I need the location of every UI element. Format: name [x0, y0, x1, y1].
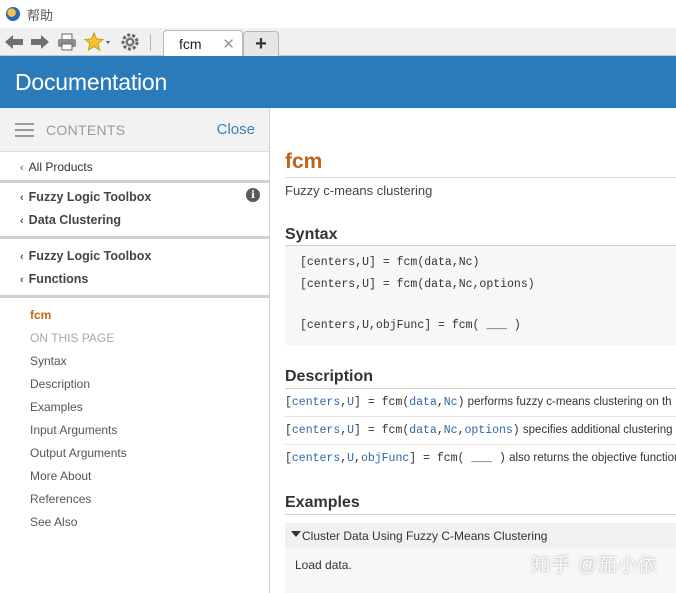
description-line: [centers,U] = fcm(data,Nc) performs fuzz… — [285, 396, 672, 409]
description-line: [centers,U,objFunc] = fcm( ___ ) also re… — [285, 452, 676, 465]
toc-item-references[interactable]: References — [30, 492, 91, 506]
description-row-rule — [285, 416, 676, 417]
documentation-title[interactable]: Documentation — [15, 69, 167, 96]
contents-header: CONTENTS Close — [0, 108, 269, 152]
page-purpose: Fuzzy c-means clustering — [285, 183, 433, 198]
breadcrumb-functions[interactable]: ‹ Functions — [20, 272, 88, 286]
caret-down-icon — [291, 531, 301, 537]
description-line: [centers,U] = fcm(data,Nc,options) speci… — [285, 424, 673, 437]
info-icon[interactable]: i — [246, 188, 260, 202]
code-arg-link[interactable]: options — [464, 424, 512, 437]
toc-item-syntax[interactable]: Syntax — [30, 354, 67, 368]
examples-rule — [285, 514, 676, 515]
example-text: Load data. — [295, 558, 352, 572]
page-title: fcm — [285, 150, 323, 173]
contents-label: CONTENTS — [46, 122, 126, 138]
tab-label: fcm — [179, 35, 202, 52]
tab-fcm[interactable]: fcm ✕ — [163, 30, 243, 56]
toc-item-more-about[interactable]: More About — [30, 469, 91, 483]
description-heading: Description — [285, 368, 374, 385]
reference-page: fcm Fuzzy c-means clustering Syntax [cen… — [271, 108, 676, 593]
code-arg-link[interactable]: centers — [292, 452, 340, 465]
chevron-left-icon: ‹ — [20, 162, 24, 174]
code-arg-link[interactable]: Nc — [444, 424, 458, 437]
documentation-header: Documentation — [0, 56, 676, 108]
toc-current-page[interactable]: fcm — [30, 308, 51, 322]
title-rule — [285, 177, 676, 178]
chevron-left-icon: ‹ — [20, 192, 24, 204]
toc-item-description[interactable]: Description — [30, 377, 90, 391]
description-row-rule — [285, 444, 676, 445]
toolbar-separator — [150, 34, 151, 51]
code-arg-link[interactable]: U — [347, 424, 354, 437]
code-arg-link[interactable]: data — [409, 424, 437, 437]
chevron-left-icon: ‹ — [20, 215, 24, 227]
syntax-line: [centers,U] = fcm(data,Nc) — [300, 256, 480, 269]
code-arg-link[interactable]: U — [347, 452, 354, 465]
code-arg-link[interactable]: centers — [292, 424, 340, 437]
browser-toolbar: fcm ✕ + — [0, 28, 676, 56]
description-rule — [285, 388, 676, 389]
tab-close-icon[interactable]: ✕ — [222, 35, 235, 53]
breadcrumb-all-products[interactable]: ‹ All Products — [20, 160, 93, 174]
code-arg-link[interactable]: U — [347, 396, 354, 409]
back-icon[interactable] — [4, 31, 24, 53]
close-contents-link[interactable]: Close — [217, 121, 255, 138]
sidebar-divider — [0, 236, 269, 239]
window-titlebar: 帮助 — [0, 0, 676, 28]
breadcrumb-fuzzy-logic-toolbox[interactable]: ‹ Fuzzy Logic Toolbox — [20, 190, 151, 204]
toc-item-output-arguments[interactable]: Output Arguments — [30, 446, 127, 460]
toc-item-input-arguments[interactable]: Input Arguments — [30, 423, 117, 437]
help-app-icon — [6, 7, 20, 21]
breadcrumb-data-clustering[interactable]: ‹ Data Clustering — [20, 213, 121, 227]
breadcrumb-fuzzy-logic-toolbox-2[interactable]: ‹ Fuzzy Logic Toolbox — [20, 249, 151, 263]
zhihu-watermark: 知乎 @茄小依 — [531, 555, 658, 576]
favorites-star-icon[interactable] — [84, 31, 114, 53]
contents-sidebar: CONTENTS Close ‹ All Products ‹ Fuzzy Logi… — [0, 108, 270, 593]
toc-on-this-page-label: ON THIS PAGE — [30, 331, 115, 345]
forward-icon[interactable] — [30, 31, 50, 53]
sidebar-divider — [0, 180, 269, 183]
code-arg-link[interactable]: data — [409, 396, 437, 409]
toc-item-see-also[interactable]: See Also — [30, 515, 77, 529]
syntax-line: [centers,U,objFunc] = fcm( ___ ) — [300, 319, 521, 332]
window-title: 帮助 — [27, 7, 54, 23]
sidebar-divider — [0, 295, 269, 298]
example-title[interactable]: Cluster Data Using Fuzzy C-Means Cluster… — [302, 529, 547, 543]
hamburger-menu-icon[interactable] — [15, 123, 34, 137]
toc-item-examples[interactable]: Examples — [30, 400, 83, 414]
syntax-line: [centers,U] = fcm(data,Nc,options) — [300, 278, 535, 291]
print-icon[interactable] — [56, 31, 78, 53]
chevron-left-icon: ‹ — [20, 251, 24, 263]
syntax-heading: Syntax — [285, 226, 338, 243]
examples-heading: Examples — [285, 494, 360, 511]
new-tab-button[interactable]: + — [243, 31, 279, 56]
settings-gear-icon[interactable] — [120, 31, 140, 53]
code-arg-link[interactable]: Nc — [444, 396, 458, 409]
code-arg-link[interactable]: centers — [292, 396, 340, 409]
chevron-left-icon: ‹ — [20, 274, 24, 286]
code-arg-link[interactable]: objFunc — [361, 452, 409, 465]
